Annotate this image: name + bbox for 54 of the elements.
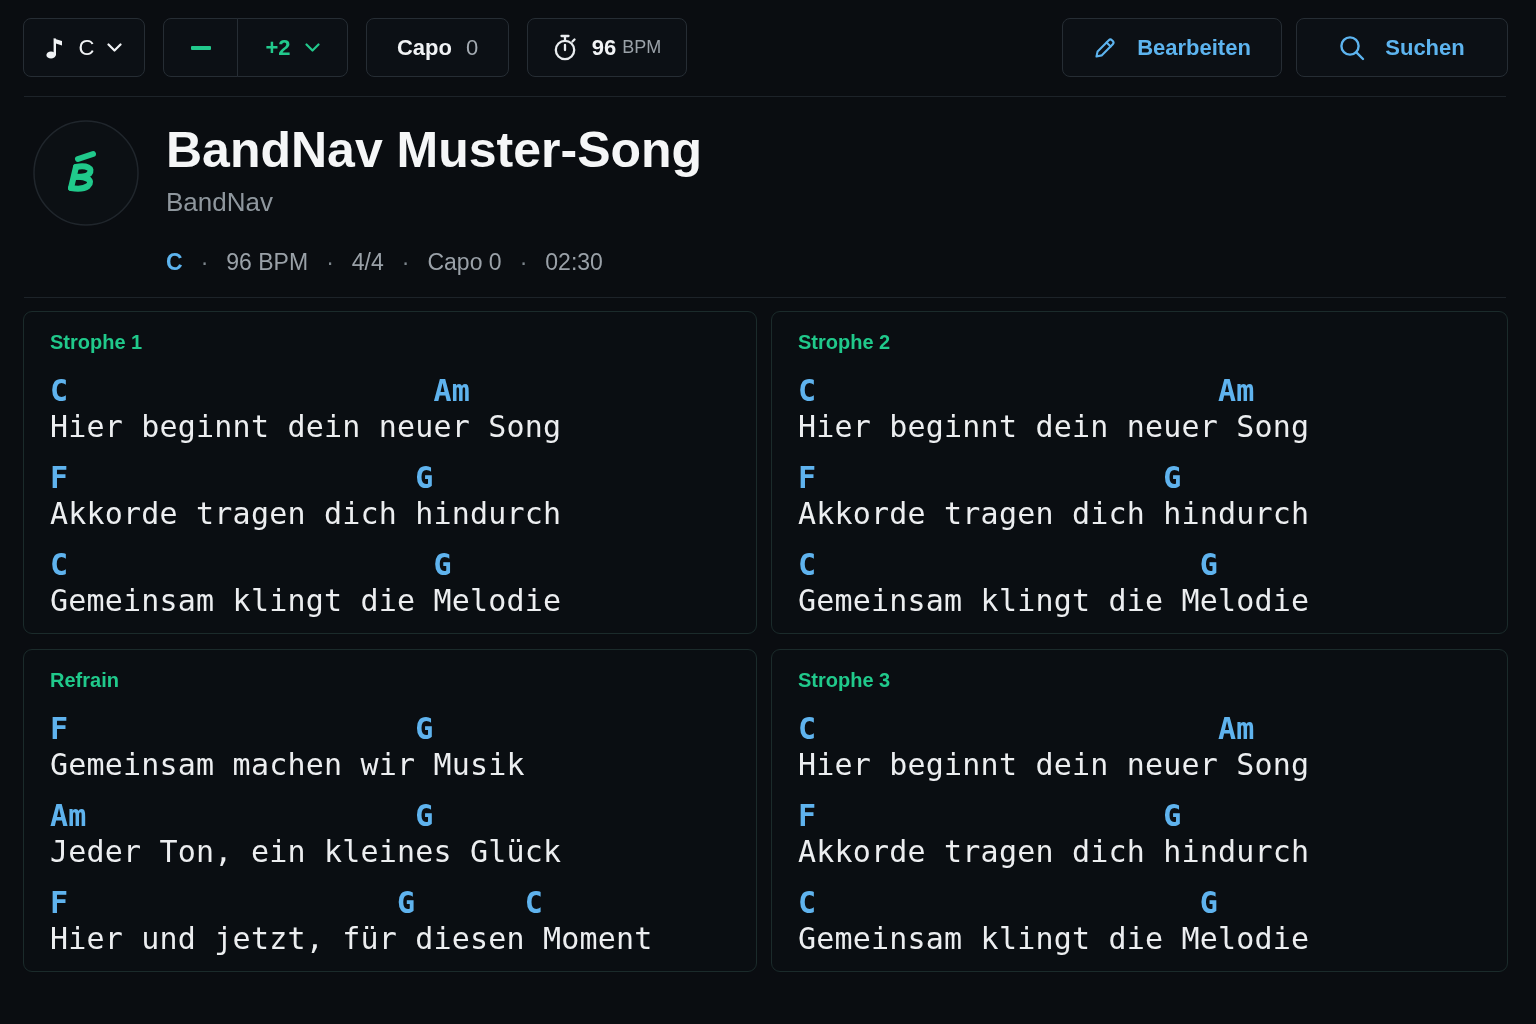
- capo-button[interactable]: Capo 0: [366, 18, 509, 77]
- song-meta-text: 4/4: [351, 248, 384, 277]
- song-key: C: [166, 247, 183, 277]
- search-icon: [1339, 34, 1366, 61]
- pencil-icon: [1093, 35, 1118, 60]
- chord-line: C Am: [798, 374, 1255, 408]
- song-artist: BandNav: [166, 186, 274, 218]
- section-title: Refrain: [50, 669, 119, 691]
- song-title: BandNav Muster-Song: [166, 121, 703, 180]
- chord-line: C G: [798, 886, 1218, 920]
- chord-line: Am G: [50, 799, 434, 833]
- lyric-line: Hier und jetzt, für diesen Moment: [50, 920, 653, 958]
- meta-separator: ·: [401, 248, 410, 277]
- logo-icon: [33, 120, 139, 226]
- lyric-line: Jeder Ton, ein kleines Glück: [50, 833, 562, 871]
- chord-line: F G: [50, 461, 434, 495]
- key-select-button[interactable]: C: [23, 18, 145, 77]
- song-meta-text: 96 BPM: [226, 248, 309, 277]
- song-meta-text: Capo 0: [427, 248, 502, 277]
- lyric-line: Gemeinsam machen wir Musik: [50, 746, 525, 784]
- meta-separator: ·: [519, 248, 528, 277]
- transpose-down-button[interactable]: [163, 18, 238, 77]
- transpose-select-button[interactable]: +2: [237, 18, 348, 77]
- chord-line: F G C: [50, 886, 544, 920]
- chord-line: C G: [798, 548, 1218, 582]
- meta-separator: ·: [326, 248, 334, 277]
- tempo-button[interactable]: 96 BPM: [527, 18, 687, 77]
- search-button[interactable]: Suchen: [1296, 18, 1508, 77]
- lyric-line: Akkorde tragen dich hindurch: [798, 495, 1310, 533]
- lyric-line: Gemeinsam klingt die Melodie: [798, 582, 1310, 620]
- lyric-line: Akkorde tragen dich hindurch: [50, 495, 562, 533]
- minus-icon: [190, 45, 211, 50]
- lyric-line: Hier beginnt dein neuer Song: [798, 408, 1310, 446]
- lyric-line: Akkorde tragen dich hindurch: [798, 833, 1310, 871]
- chord-line: C G: [50, 548, 452, 582]
- stopwatch-icon: [552, 34, 578, 61]
- lyric-line: Gemeinsam klingt die Melodie: [798, 920, 1310, 958]
- chord-line: F G: [50, 712, 434, 746]
- meta-separator: ·: [200, 248, 209, 277]
- chevron-down-icon: [304, 43, 320, 52]
- section-title: Strophe 2: [798, 331, 891, 353]
- lyric-line: Hier beginnt dein neuer Song: [798, 746, 1310, 784]
- song-meta-text: 02:30: [545, 248, 603, 277]
- edit-button[interactable]: Bearbeiten: [1062, 18, 1282, 77]
- chord-line: C Am: [798, 712, 1255, 746]
- lyric-line: Gemeinsam klingt die Melodie: [50, 582, 562, 620]
- music-note-icon: [45, 36, 63, 59]
- section-title: Strophe 3: [798, 669, 891, 691]
- chord-line: F G: [798, 461, 1182, 495]
- chevron-down-icon: [107, 43, 123, 52]
- chord-line: F G: [798, 799, 1182, 833]
- lyric-line: Hier beginnt dein neuer Song: [50, 408, 562, 446]
- chord-line: C Am: [50, 374, 470, 408]
- section-title: Strophe 1: [50, 331, 143, 353]
